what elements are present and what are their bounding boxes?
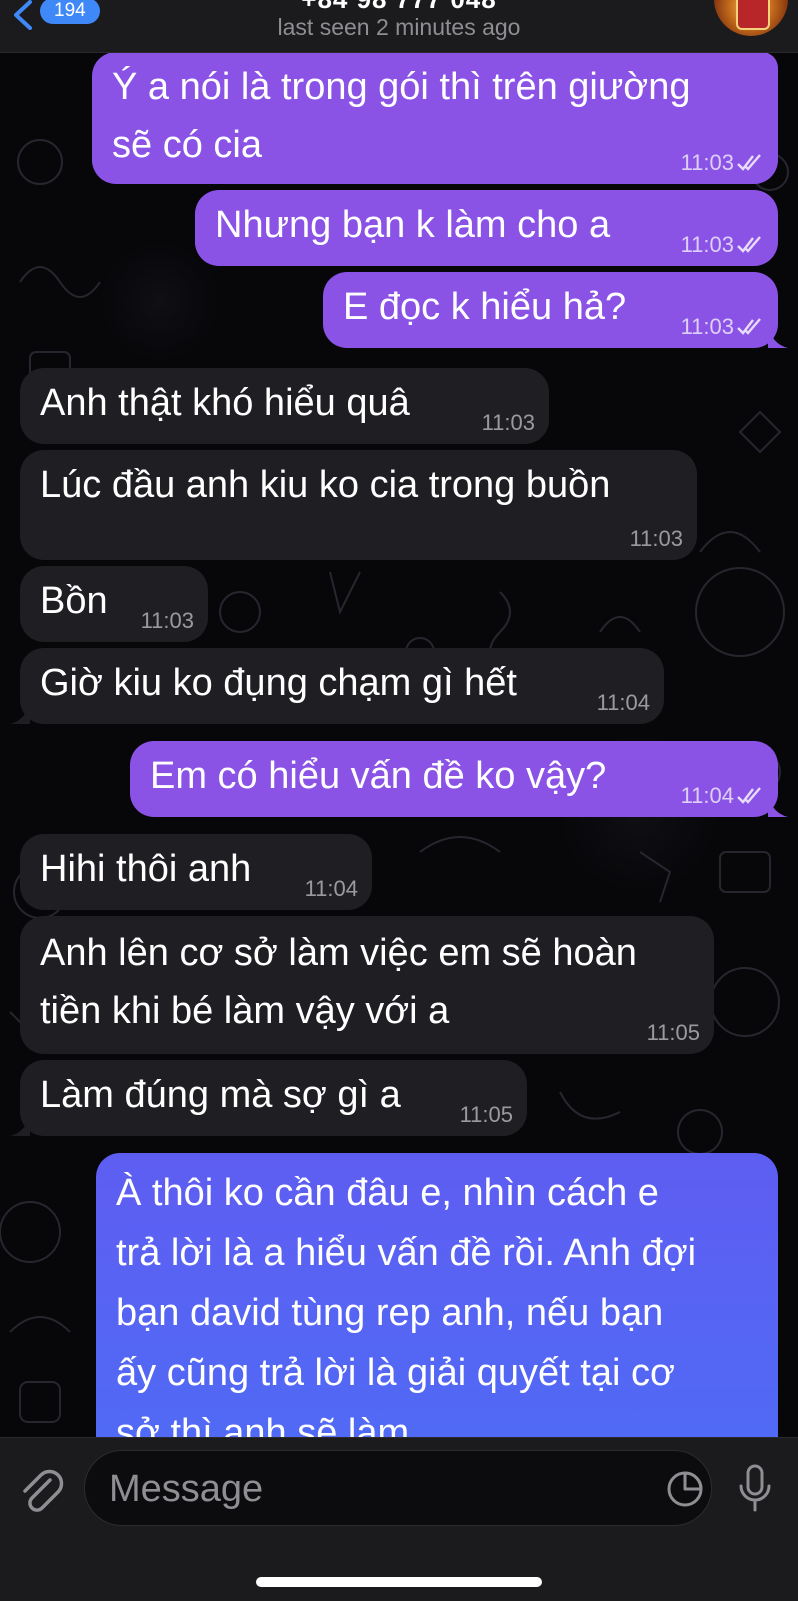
message-time: 11:03 bbox=[680, 150, 734, 175]
message-time: 11:04 bbox=[304, 876, 358, 901]
message-incoming[interactable]: Bồn 11:03 bbox=[20, 566, 208, 642]
message-text: Anh lên cơ sở làm việc em sẽ hoàn tiền k… bbox=[40, 932, 637, 1032]
message-time: 11:04 bbox=[596, 690, 650, 715]
bubble-tail bbox=[10, 1114, 30, 1136]
message-incoming[interactable]: Làm đúng mà sợ gì a 11:05 bbox=[10, 1060, 527, 1136]
message-time: 11:04 bbox=[680, 783, 734, 808]
message-text: Ý a nói là trong gói thì trên giường sẽ … bbox=[112, 66, 691, 166]
message-time: 11:03 bbox=[680, 314, 734, 339]
message-incoming[interactable]: Anh thật khó hiểu quâ 11:03 bbox=[20, 368, 549, 444]
sticker-button[interactable] bbox=[665, 1469, 705, 1509]
double-check-icon bbox=[737, 787, 761, 804]
attach-button[interactable] bbox=[18, 1466, 64, 1516]
message-time: 11:05 bbox=[646, 1020, 700, 1045]
message-text: Em có hiểu vấn đề ko vậy? bbox=[150, 755, 607, 797]
message-incoming[interactable]: Hihi thôi anh 11:04 bbox=[20, 834, 372, 910]
message-time: 11:03 bbox=[481, 410, 535, 435]
message-text: Nhưng bạn k làm cho a bbox=[215, 204, 611, 246]
message-time: 11:03 bbox=[680, 232, 734, 257]
message-input[interactable]: Message bbox=[84, 1450, 712, 1526]
message-time: 11:03 bbox=[140, 608, 194, 633]
last-seen-status: last seen 2 minutes ago bbox=[277, 14, 521, 40]
message-outgoing[interactable]: Nhưng bạn k làm cho a 11:03 bbox=[195, 190, 778, 266]
message-text: Anh thật khó hiểu quâ bbox=[40, 382, 410, 424]
sticker-icon bbox=[667, 1471, 703, 1507]
microphone-icon bbox=[739, 1464, 771, 1512]
message-outgoing[interactable]: E đọc k hiểu hả? 11:03 bbox=[323, 272, 788, 348]
chat-header: +84 98 777 048 last seen 2 minutes ago 1… bbox=[0, 0, 798, 53]
message-text: Giờ kiu ko đụng chạm gì hết bbox=[40, 662, 517, 704]
back-button[interactable]: 194 bbox=[8, 0, 100, 30]
message-time: 11:05 bbox=[459, 1102, 513, 1127]
message-incoming[interactable]: Anh lên cơ sở làm việc em sẽ hoàn tiền k… bbox=[20, 916, 714, 1054]
message-text: Làm đúng mà sợ gì a bbox=[40, 1074, 401, 1116]
chevron-left-icon bbox=[14, 0, 32, 30]
message-text: À thôi ko cần đâu e, nhìn cách e trả lời… bbox=[116, 1172, 697, 1454]
message-outgoing[interactable]: Ý a nói là trong gói thì trên giường sẽ … bbox=[92, 52, 778, 184]
bubble-tail bbox=[768, 795, 788, 817]
message-incoming[interactable]: Giờ kiu ko đụng chạm gì hết 11:04 bbox=[10, 648, 664, 724]
unread-count-badge: 194 bbox=[40, 0, 100, 24]
home-indicator[interactable] bbox=[256, 1577, 542, 1587]
paperclip-icon bbox=[23, 1469, 64, 1512]
double-check-icon bbox=[737, 154, 761, 171]
message-incoming[interactable]: Lúc đầu anh kiu ko cia trong buồn 11:03 bbox=[20, 450, 697, 560]
message-text: Lúc đầu anh kiu ko cia trong buồn bbox=[40, 464, 611, 506]
message-time: 11:03 bbox=[629, 526, 683, 551]
bubble-tail bbox=[768, 326, 788, 348]
message-placeholder: Message bbox=[109, 1468, 264, 1510]
double-check-icon bbox=[737, 318, 761, 335]
bubble-tail bbox=[10, 702, 30, 724]
double-check-icon bbox=[737, 236, 761, 253]
message-outgoing[interactable]: Em có hiểu vấn đề ko vậy? 11:04 bbox=[130, 741, 788, 817]
microphone-button[interactable] bbox=[738, 1464, 772, 1516]
contact-name[interactable]: +84 98 777 048 bbox=[0, 0, 798, 15]
message-outgoing[interactable]: À thôi ko cần đâu e, nhìn cách e trả lời… bbox=[96, 1153, 778, 1463]
